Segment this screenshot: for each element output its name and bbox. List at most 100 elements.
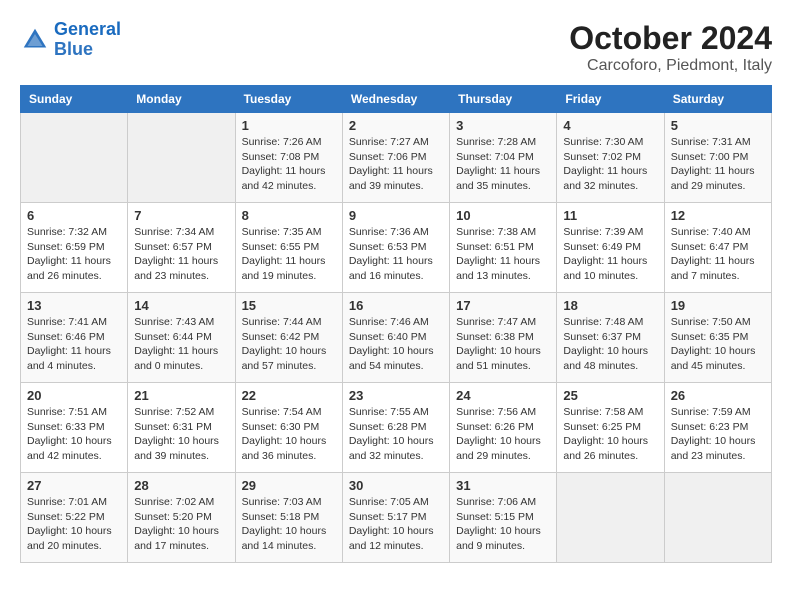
calendar-week-5: 27 Sunrise: 7:01 AM Sunset: 5:22 PM Dayli… <box>21 473 772 563</box>
calendar-cell: 12 Sunrise: 7:40 AM Sunset: 6:47 PM Dayli… <box>664 203 771 293</box>
calendar-cell: 26Sunrise: 7:59 AM Sunset: 6:23 PM Dayli… <box>664 383 771 473</box>
day-number: 26 <box>671 388 765 403</box>
day-number: 19 <box>671 298 765 313</box>
calendar-cell: 1 Sunrise: 7:26 AM Sunset: 7:08 PM Daylig… <box>235 113 342 203</box>
day-info: Sunrise: 7:39 AM Sunset: 6:49 PM Dayligh… <box>563 225 657 284</box>
calendar-cell <box>128 113 235 203</box>
calendar-header: Sunday Monday Tuesday Wednesday Thursday… <box>21 86 772 113</box>
calendar-cell: 28 Sunrise: 7:02 AM Sunset: 5:20 PM Dayli… <box>128 473 235 563</box>
day-info: Sunrise: 7:46 AM Sunset: 6:40 PM Dayligh… <box>349 315 443 374</box>
day-number: 6 <box>27 208 121 223</box>
day-number: 18 <box>563 298 657 313</box>
calendar-cell: 14 Sunrise: 7:43 AM Sunset: 6:44 PM Dayli… <box>128 293 235 383</box>
calendar-cell: 19 Sunrise: 7:50 AM Sunset: 6:35 PM Dayli… <box>664 293 771 383</box>
day-info: Sunrise: 7:28 AM Sunset: 7:04 PM Dayligh… <box>456 135 550 194</box>
calendar-cell: 25 Sunrise: 7:58 AM Sunset: 6:25 PM Dayli… <box>557 383 664 473</box>
calendar-week-4: 20Sunrise: 7:51 AM Sunset: 6:33 PM Dayli… <box>21 383 772 473</box>
logo: General Blue <box>20 20 121 60</box>
day-number: 30 <box>349 478 443 493</box>
day-info: Sunrise: 7:38 AM Sunset: 6:51 PM Dayligh… <box>456 225 550 284</box>
day-number: 1 <box>242 118 336 133</box>
calendar-cell: 27 Sunrise: 7:01 AM Sunset: 5:22 PM Dayli… <box>21 473 128 563</box>
day-info: Sunrise: 7:55 AM Sunset: 6:28 PM Dayligh… <box>349 405 443 464</box>
calendar-cell <box>21 113 128 203</box>
day-number: 31 <box>456 478 550 493</box>
calendar-week-2: 6 Sunrise: 7:32 AM Sunset: 6:59 PM Daylig… <box>21 203 772 293</box>
day-info: Sunrise: 7:26 AM Sunset: 7:08 PM Dayligh… <box>242 135 336 194</box>
day-info: Sunrise: 7:31 AM Sunset: 7:00 PM Dayligh… <box>671 135 765 194</box>
day-info: Sunrise: 7:32 AM Sunset: 6:59 PM Dayligh… <box>27 225 121 284</box>
day-info: Sunrise: 7:36 AM Sunset: 6:53 PM Dayligh… <box>349 225 443 284</box>
col-saturday: Saturday <box>664 86 771 113</box>
calendar-body: 1 Sunrise: 7:26 AM Sunset: 7:08 PM Daylig… <box>21 113 772 563</box>
day-info: Sunrise: 7:41 AM Sunset: 6:46 PM Dayligh… <box>27 315 121 374</box>
day-number: 27 <box>27 478 121 493</box>
calendar-cell: 7Sunrise: 7:34 AM Sunset: 6:57 PM Daylig… <box>128 203 235 293</box>
col-sunday: Sunday <box>21 86 128 113</box>
col-friday: Friday <box>557 86 664 113</box>
location-title: Carcoforo, Piedmont, Italy <box>569 57 772 75</box>
calendar-cell: 6 Sunrise: 7:32 AM Sunset: 6:59 PM Daylig… <box>21 203 128 293</box>
day-number: 7 <box>134 208 228 223</box>
calendar-cell: 20Sunrise: 7:51 AM Sunset: 6:33 PM Dayli… <box>21 383 128 473</box>
calendar-cell: 23 Sunrise: 7:55 AM Sunset: 6:28 PM Dayli… <box>342 383 449 473</box>
day-info: Sunrise: 7:47 AM Sunset: 6:38 PM Dayligh… <box>456 315 550 374</box>
day-info: Sunrise: 7:01 AM Sunset: 5:22 PM Dayligh… <box>27 495 121 554</box>
day-info: Sunrise: 7:03 AM Sunset: 5:18 PM Dayligh… <box>242 495 336 554</box>
day-info: Sunrise: 7:48 AM Sunset: 6:37 PM Dayligh… <box>563 315 657 374</box>
calendar-cell: 3 Sunrise: 7:28 AM Sunset: 7:04 PM Daylig… <box>450 113 557 203</box>
day-info: Sunrise: 7:54 AM Sunset: 6:30 PM Dayligh… <box>242 405 336 464</box>
col-wednesday: Wednesday <box>342 86 449 113</box>
day-number: 15 <box>242 298 336 313</box>
day-info: Sunrise: 7:56 AM Sunset: 6:26 PM Dayligh… <box>456 405 550 464</box>
col-thursday: Thursday <box>450 86 557 113</box>
day-info: Sunrise: 7:27 AM Sunset: 7:06 PM Dayligh… <box>349 135 443 194</box>
calendar-cell: 15 Sunrise: 7:44 AM Sunset: 6:42 PM Dayli… <box>235 293 342 383</box>
day-number: 3 <box>456 118 550 133</box>
calendar-cell: 24 Sunrise: 7:56 AM Sunset: 6:26 PM Dayli… <box>450 383 557 473</box>
day-number: 13 <box>27 298 121 313</box>
day-number: 17 <box>456 298 550 313</box>
calendar-cell: 29 Sunrise: 7:03 AM Sunset: 5:18 PM Dayli… <box>235 473 342 563</box>
day-info: Sunrise: 7:30 AM Sunset: 7:02 PM Dayligh… <box>563 135 657 194</box>
day-info: Sunrise: 7:02 AM Sunset: 5:20 PM Dayligh… <box>134 495 228 554</box>
month-title: October 2024 <box>569 20 772 57</box>
day-info: Sunrise: 7:51 AM Sunset: 6:33 PM Dayligh… <box>27 405 121 464</box>
calendar-week-1: 1 Sunrise: 7:26 AM Sunset: 7:08 PM Daylig… <box>21 113 772 203</box>
day-number: 2 <box>349 118 443 133</box>
day-number: 10 <box>456 208 550 223</box>
calendar-cell: 4 Sunrise: 7:30 AM Sunset: 7:02 PM Daylig… <box>557 113 664 203</box>
page-header: General Blue October 2024 Carcoforo, Pie… <box>20 20 772 75</box>
calendar-cell: 17 Sunrise: 7:47 AM Sunset: 6:38 PM Dayli… <box>450 293 557 383</box>
day-info: Sunrise: 7:40 AM Sunset: 6:47 PM Dayligh… <box>671 225 765 284</box>
day-number: 5 <box>671 118 765 133</box>
calendar-cell <box>557 473 664 563</box>
day-info: Sunrise: 7:58 AM Sunset: 6:25 PM Dayligh… <box>563 405 657 464</box>
day-number: 12 <box>671 208 765 223</box>
day-info: Sunrise: 7:35 AM Sunset: 6:55 PM Dayligh… <box>242 225 336 284</box>
day-info: Sunrise: 7:44 AM Sunset: 6:42 PM Dayligh… <box>242 315 336 374</box>
calendar-cell: 9Sunrise: 7:36 AM Sunset: 6:53 PM Daylig… <box>342 203 449 293</box>
day-info: Sunrise: 7:43 AM Sunset: 6:44 PM Dayligh… <box>134 315 228 374</box>
calendar-cell: 10 Sunrise: 7:38 AM Sunset: 6:51 PM Dayli… <box>450 203 557 293</box>
calendar-table: Sunday Monday Tuesday Wednesday Thursday… <box>20 85 772 563</box>
day-info: Sunrise: 7:06 AM Sunset: 5:15 PM Dayligh… <box>456 495 550 554</box>
calendar-cell: 2 Sunrise: 7:27 AM Sunset: 7:06 PM Daylig… <box>342 113 449 203</box>
day-number: 14 <box>134 298 228 313</box>
day-number: 28 <box>134 478 228 493</box>
calendar-cell: 22Sunrise: 7:54 AM Sunset: 6:30 PM Dayli… <box>235 383 342 473</box>
calendar-cell: 31 Sunrise: 7:06 AM Sunset: 5:15 PM Dayli… <box>450 473 557 563</box>
day-number: 23 <box>349 388 443 403</box>
day-info: Sunrise: 7:52 AM Sunset: 6:31 PM Dayligh… <box>134 405 228 464</box>
logo-icon <box>20 25 50 55</box>
day-number: 8 <box>242 208 336 223</box>
day-number: 25 <box>563 388 657 403</box>
day-number: 24 <box>456 388 550 403</box>
day-info: Sunrise: 7:05 AM Sunset: 5:17 PM Dayligh… <box>349 495 443 554</box>
calendar-cell: 5 Sunrise: 7:31 AM Sunset: 7:00 PM Daylig… <box>664 113 771 203</box>
day-info: Sunrise: 7:50 AM Sunset: 6:35 PM Dayligh… <box>671 315 765 374</box>
calendar-cell: 11Sunrise: 7:39 AM Sunset: 6:49 PM Dayli… <box>557 203 664 293</box>
calendar-cell: 13 Sunrise: 7:41 AM Sunset: 6:46 PM Dayli… <box>21 293 128 383</box>
day-number: 4 <box>563 118 657 133</box>
day-number: 29 <box>242 478 336 493</box>
